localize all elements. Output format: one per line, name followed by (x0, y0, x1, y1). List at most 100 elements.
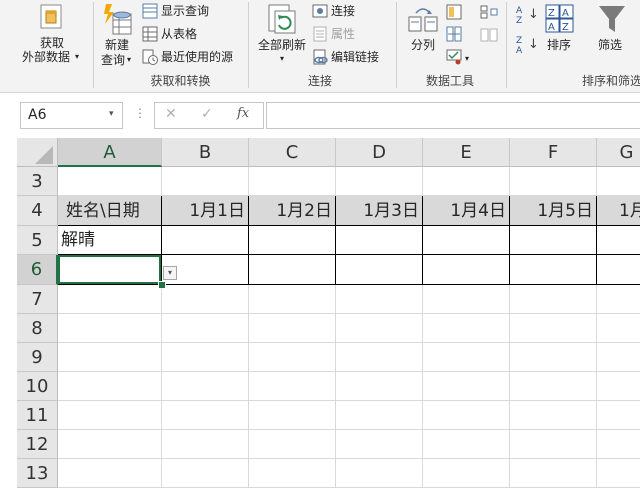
cell-e7[interactable] (423, 285, 510, 314)
cell-b11[interactable] (162, 401, 249, 430)
text-to-columns-button[interactable]: 分列 (403, 0, 445, 68)
cell-b7[interactable] (162, 285, 249, 314)
consolidate-icon[interactable] (480, 4, 498, 20)
refresh-all-button[interactable]: 全部刷新 ▾ (254, 0, 310, 68)
cell-c11[interactable] (249, 401, 336, 430)
chevron-down-icon[interactable]: ▾ (109, 109, 114, 119)
cell-a13[interactable] (58, 459, 162, 488)
cell-b10[interactable] (162, 372, 249, 401)
cell-g6[interactable] (597, 255, 640, 285)
cell-c7[interactable] (249, 285, 336, 314)
cell-b8[interactable] (162, 314, 249, 343)
insert-function-icon[interactable]: fx (237, 106, 249, 121)
cell-c10[interactable] (249, 372, 336, 401)
cell-e11[interactable] (423, 401, 510, 430)
cell-c9[interactable] (249, 343, 336, 372)
cell-f4[interactable]: 1月5日 (510, 196, 597, 226)
cell-f5[interactable] (510, 226, 597, 255)
cell-c8[interactable] (249, 314, 336, 343)
select-all-button[interactable] (17, 138, 58, 167)
cell-a9[interactable] (58, 343, 162, 372)
cell-e13[interactable] (423, 459, 510, 488)
cell-g13[interactable] (597, 459, 640, 488)
filter-button[interactable]: 筛选 (594, 0, 640, 68)
cell-b13[interactable] (162, 459, 249, 488)
cell-g7[interactable] (597, 285, 640, 314)
column-header-c[interactable]: C (249, 138, 336, 167)
cell-g11[interactable] (597, 401, 640, 430)
row-header-3[interactable]: 3 (17, 167, 58, 196)
row-header-12[interactable]: 12 (17, 430, 58, 459)
cell-g9[interactable] (597, 343, 640, 372)
cell-e9[interactable] (423, 343, 510, 372)
edit-links-button[interactable]: 编辑链接 (312, 49, 384, 67)
cell-f12[interactable] (510, 430, 597, 459)
column-header-d[interactable]: D (336, 138, 423, 167)
column-header-b[interactable]: B (162, 138, 249, 167)
cell-f10[interactable] (510, 372, 597, 401)
cell-f11[interactable] (510, 401, 597, 430)
row-header-8[interactable]: 8 (17, 314, 58, 343)
cell-g12[interactable] (597, 430, 640, 459)
cell-d4[interactable]: 1月3日 (336, 196, 423, 226)
cell-e6[interactable] (423, 255, 510, 285)
column-header-e[interactable]: E (423, 138, 510, 167)
show-queries-button[interactable]: 显示查询 (142, 3, 242, 21)
cell-f8[interactable] (510, 314, 597, 343)
row-header-6[interactable]: 6 (17, 255, 58, 285)
what-if-icon[interactable] (480, 27, 498, 43)
cell-d11[interactable] (336, 401, 423, 430)
cell-e4[interactable]: 1月4日 (423, 196, 510, 226)
get-external-data-button[interactable]: 获取 外部数据 ▾ (18, 0, 88, 68)
column-header-f[interactable]: F (510, 138, 597, 167)
cell-e5[interactable] (423, 226, 510, 255)
cell-d8[interactable] (336, 314, 423, 343)
cell-b5[interactable] (162, 226, 249, 255)
cell-g3[interactable] (597, 167, 640, 196)
cell-e8[interactable] (423, 314, 510, 343)
cell-d13[interactable] (336, 459, 423, 488)
cell-c4[interactable]: 1月2日 (249, 196, 336, 226)
fill-handle[interactable] (158, 281, 166, 289)
cell-e3[interactable] (423, 167, 510, 196)
cell-g4[interactable]: 1月 (597, 196, 640, 226)
cell-a8[interactable] (58, 314, 162, 343)
flash-fill-icon[interactable] (446, 4, 462, 20)
cell-g8[interactable] (597, 314, 640, 343)
cell-b3[interactable] (162, 167, 249, 196)
cell-d6[interactable] (336, 255, 423, 285)
cell-f7[interactable] (510, 285, 597, 314)
cell-d3[interactable] (336, 167, 423, 196)
cell-c6[interactable] (249, 255, 336, 285)
column-header-g[interactable]: G (597, 138, 640, 167)
cell-g5[interactable] (597, 226, 640, 255)
row-header-10[interactable]: 10 (17, 372, 58, 401)
cell-a10[interactable] (58, 372, 162, 401)
name-box[interactable]: A6 ▾ (20, 102, 123, 129)
from-table-button[interactable]: 从表格 (142, 26, 242, 44)
column-header-a[interactable]: A (58, 138, 162, 167)
sort-button[interactable]: Z A A Z 排序 (544, 0, 578, 68)
cell-c3[interactable] (249, 167, 336, 196)
cell-c13[interactable] (249, 459, 336, 488)
cell-a6[interactable] (58, 255, 162, 285)
cell-d5[interactable] (336, 226, 423, 255)
row-header-4[interactable]: 4 (17, 196, 58, 226)
cell-e12[interactable] (423, 430, 510, 459)
recent-sources-button[interactable]: 最近使用的源 (142, 49, 242, 67)
cell-b9[interactable] (162, 343, 249, 372)
new-query-button[interactable]: 新建 查询 ▾ (97, 0, 137, 70)
cell-b4[interactable]: 1月1日 (162, 196, 249, 226)
cell-a4[interactable]: 姓名\日期 (58, 196, 162, 226)
cell-d12[interactable] (336, 430, 423, 459)
cell-e10[interactable] (423, 372, 510, 401)
cell-a3[interactable] (58, 167, 162, 196)
more-options-icon[interactable]: ⋮ (134, 107, 146, 119)
cell-b12[interactable] (162, 430, 249, 459)
row-header-5[interactable]: 5 (17, 226, 58, 255)
cell-a5[interactable]: 解晴 (58, 226, 162, 255)
chevron-down-icon[interactable]: ▾ (465, 52, 469, 66)
cell-a7[interactable] (58, 285, 162, 314)
cancel-icon[interactable]: ✕ (165, 106, 177, 122)
cell-d10[interactable] (336, 372, 423, 401)
